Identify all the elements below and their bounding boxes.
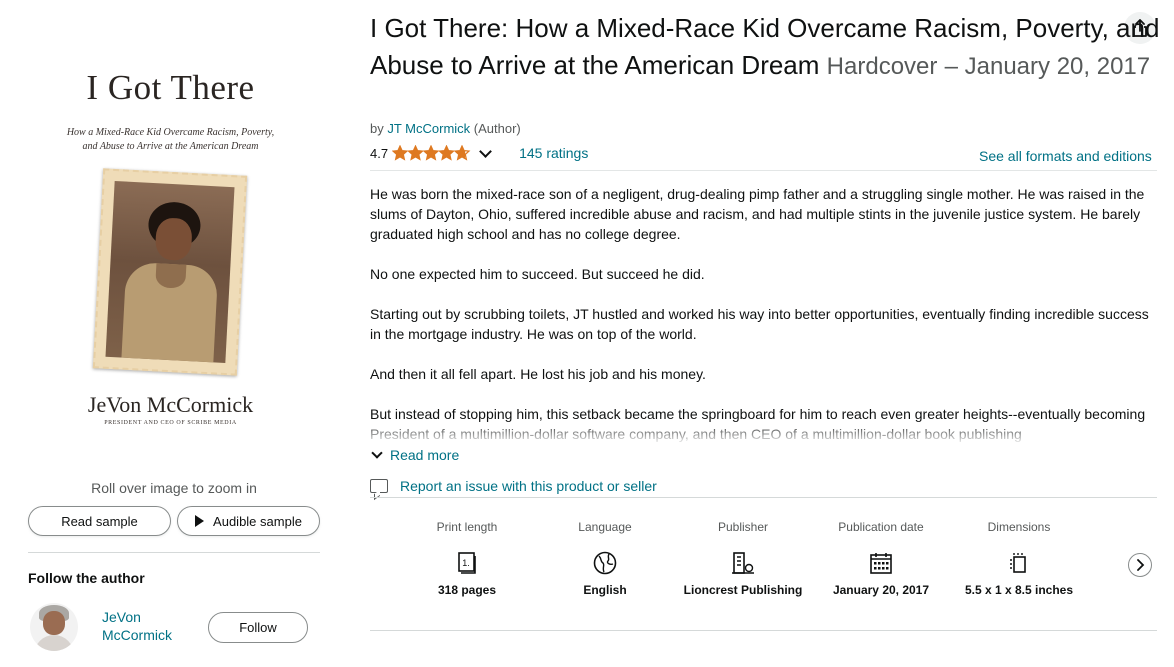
detail-value: Lioncrest Publishing: [683, 583, 803, 597]
play-icon: [195, 515, 205, 527]
dimensions-icon: [1010, 553, 1026, 573]
description-paragraph: Starting out by scrubbing toilets, JT hu…: [370, 306, 1149, 342]
description-paragraph: And then it all fell apart. He lost his …: [370, 366, 706, 382]
description-paragraph: No one expected him to succeed. But succ…: [370, 266, 705, 282]
building-icon: [732, 552, 754, 574]
audible-sample-label: Audible sample: [213, 513, 302, 529]
detail-print-length: Print length 1. 318 pages: [392, 520, 542, 598]
product-title: I Got There: How a Mixed-Race Kid Overca…: [370, 10, 1160, 85]
star-icon: [407, 145, 424, 161]
carousel-next-button[interactable]: [1128, 553, 1152, 577]
follow-author-heading: Follow the author: [28, 570, 145, 586]
book-pages-icon: 1.: [458, 552, 476, 574]
rating-row: 4.7 145 ratings: [370, 144, 588, 161]
author-name-link[interactable]: JeVon McCormick: [102, 608, 192, 644]
see-all-formats-link[interactable]: See all formats and editions: [979, 148, 1152, 164]
book-cover-image[interactable]: I Got There How a Mixed-Race Kid Overcam…: [58, 54, 283, 434]
star-icon: [438, 145, 455, 161]
detail-value: English: [583, 583, 627, 597]
divider: [370, 630, 1157, 631]
cover-author: JeVon McCormick: [87, 392, 254, 417]
svg-text:1.: 1.: [462, 558, 470, 568]
report-issue-link[interactable]: Report an issue with this product or sel…: [370, 478, 657, 494]
description-paragraph: He was born the mixed-race son of a negl…: [370, 186, 1145, 242]
globe-icon: [593, 551, 617, 575]
follow-label: Follow: [239, 620, 277, 635]
report-issue-label: Report an issue with this product or sel…: [400, 478, 657, 494]
follow-button[interactable]: Follow: [208, 612, 308, 643]
read-more-link[interactable]: Read more: [371, 447, 459, 463]
divider: [370, 497, 1157, 498]
chevron-down-icon: [371, 447, 383, 459]
divider: [370, 170, 1157, 171]
star-icon: [453, 145, 471, 161]
detail-dimensions: Dimensions 5.5 x 1 x 8.5 inches: [944, 520, 1094, 598]
star-icon: [392, 145, 409, 161]
detail-label: Dimensions: [987, 520, 1051, 534]
cover-author-role: PRESIDENT AND CEO OF SCRIBE MEDIA: [104, 420, 237, 426]
by-prefix: by: [370, 121, 384, 136]
author-avatar[interactable]: [30, 603, 78, 651]
description-fade: [370, 420, 1160, 445]
read-sample-button[interactable]: Read sample: [28, 506, 171, 536]
calendar-icon: [870, 553, 892, 574]
detail-value: 5.5 x 1 x 8.5 inches: [964, 583, 1074, 597]
chevron-down-icon[interactable]: [479, 144, 492, 158]
read-more-label: Read more: [390, 447, 460, 463]
detail-publication-date: Publication date January 20, 2017: [806, 520, 956, 598]
rating-value: 4.7: [370, 145, 389, 161]
detail-label: Publication date: [838, 520, 924, 534]
author-role: (Author): [473, 121, 521, 136]
star-icon: [422, 145, 440, 161]
star-rating-icon[interactable]: [392, 145, 472, 161]
author-link[interactable]: JT McCormick: [387, 121, 470, 136]
product-format: Hardcover: [826, 52, 938, 80]
ratings-count-link[interactable]: 145 ratings: [519, 145, 588, 161]
detail-value: January 20, 2017: [832, 583, 930, 597]
audible-sample-button[interactable]: Audible sample: [177, 506, 320, 536]
detail-value: 318 pages: [437, 583, 497, 597]
detail-label: Publisher: [717, 520, 769, 534]
feedback-icon: [370, 479, 388, 493]
byline: by JT McCormick (Author): [370, 121, 521, 136]
chevron-right-icon: [1137, 559, 1145, 571]
detail-language: Language English: [530, 520, 680, 598]
cover-subtitle: How a Mixed-Race Kid Overcame Racism, Po…: [66, 127, 275, 152]
zoom-hint: Roll over image to zoom in: [91, 480, 257, 496]
read-sample-label: Read sample: [61, 513, 138, 529]
divider: [28, 552, 320, 553]
detail-publisher: Publisher Lioncrest Publishing: [668, 520, 818, 598]
book-description: He was born the mixed-race son of a negl…: [370, 184, 1160, 445]
product-date: – January 20, 2017: [944, 52, 1151, 80]
cover-title: I Got There: [86, 68, 255, 107]
detail-label: Language: [578, 520, 632, 534]
detail-label: Print length: [436, 520, 498, 534]
cover-photo: [92, 168, 248, 376]
